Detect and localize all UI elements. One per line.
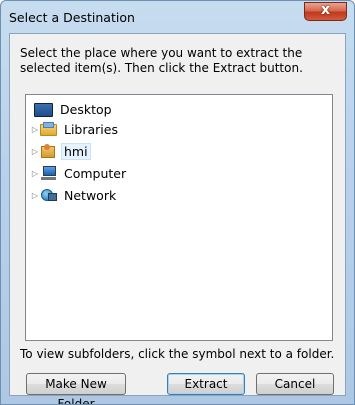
libraries-icon [40,121,57,137]
close-button[interactable]: x [304,2,347,21]
desktop-icon [34,103,53,117]
tree-item-libraries[interactable]: ▷ Libraries [30,119,121,139]
tree-item-desktop[interactable]: Desktop [34,99,115,119]
tree-item-label: Network [64,187,117,203]
hint-text: To view subfolders, click the symbol nex… [20,347,335,361]
tree-item-label: Libraries [64,121,118,137]
make-new-folder-button[interactable]: Make New Folder [26,373,126,404]
title-bar[interactable]: Select a Destination x [1,1,354,33]
user-folder-icon [40,143,57,159]
expand-arrow-icon[interactable]: ▷ [30,147,40,156]
expand-arrow-icon[interactable]: ▷ [30,169,40,178]
computer-icon [40,165,57,181]
folder-tree[interactable]: Desktop ▷ Libraries ▷ hmi ▷ Computer ▷ N… [25,94,333,341]
tree-item-label: Desktop [60,101,112,117]
expand-arrow-icon[interactable]: ▷ [30,191,40,200]
instruction-text: Select the place where you want to extra… [20,46,303,75]
dialog-body: Select the place where you want to extra… [9,33,346,404]
network-icon [40,187,57,203]
tree-item-hmi[interactable]: ▷ hmi [30,141,91,161]
expand-arrow-icon[interactable]: ▷ [30,125,40,134]
window-title: Select a Destination [9,10,135,25]
dialog-window: Select a Destination x Select the place … [0,0,355,405]
tree-item-label: Computer [64,165,127,181]
close-icon: x [320,2,331,18]
extract-button[interactable]: Extract [167,373,245,395]
cancel-button[interactable]: Cancel [256,373,334,395]
tree-item-computer[interactable]: ▷ Computer [30,163,129,183]
tree-item-network[interactable]: ▷ Network [30,185,119,205]
tree-item-label: hmi [61,142,91,160]
